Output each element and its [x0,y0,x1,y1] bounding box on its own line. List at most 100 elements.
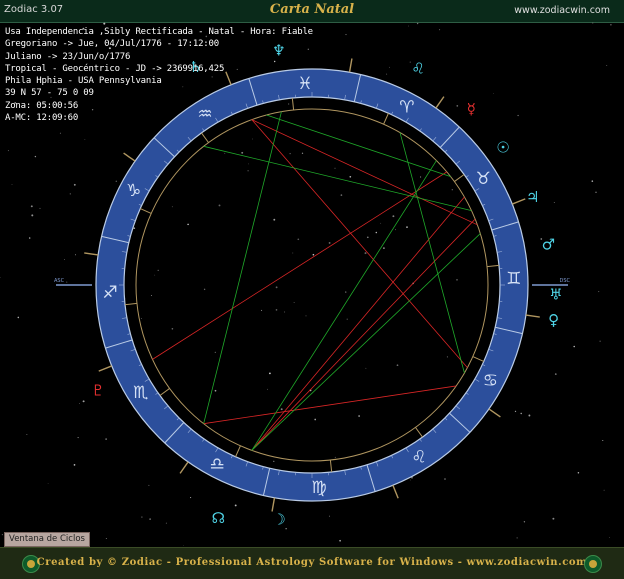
planet-glyph-moon: ☽ [272,511,285,529]
house-inner-mark [201,133,208,143]
star [64,259,65,260]
star [183,545,184,546]
inner-ring [124,97,500,473]
star [79,403,80,404]
star [392,215,394,217]
planet-glyph-venus: ♀ [548,311,559,329]
star [349,176,351,178]
aspect-line-red [204,386,457,424]
zodiac-logo-icon-right [584,555,602,573]
house-inner-mark [487,265,499,266]
star [573,346,575,348]
house-cusp-mark [180,462,188,473]
star [595,192,596,193]
aspect-line-green [400,133,464,373]
house-cusp-mark [436,97,444,108]
star [452,189,453,190]
star [297,238,299,240]
star [74,464,76,466]
star [366,368,367,369]
star [456,279,457,280]
star [592,22,593,23]
sign-glyph: ♐ [102,283,117,303]
star [397,364,399,366]
aspect-lines [152,112,480,451]
star [552,518,554,520]
info-line-gregorian: Gregoriano -> Jue, 04/Jul/1776 - 17:12:0… [5,38,313,50]
star [383,247,385,249]
planet-glyph-leo-marker: ♌ [411,59,424,77]
house-inner-mark [125,303,137,304]
star [345,292,346,293]
star [190,497,191,498]
star [106,538,107,539]
star [261,310,262,311]
star [204,289,205,290]
star [248,164,249,165]
star [18,317,20,319]
sign-glyph: ♑ [126,181,141,201]
star [149,518,151,520]
star [241,152,243,154]
website-link[interactable]: www.zodiacwin.com [514,5,610,16]
sign-glyph: ♍ [311,478,326,498]
star [12,184,13,185]
star [345,34,346,35]
star [314,419,316,421]
star [420,176,421,177]
star [284,312,285,313]
sign-glyph: ♏ [133,383,148,403]
star [166,523,167,524]
star [600,341,601,342]
star [29,237,31,239]
star [517,537,518,538]
axis-label: ASC [54,278,65,284]
star [335,168,336,169]
star [39,208,40,209]
sign-glyph: ♋ [483,371,498,391]
star [290,153,291,154]
aspect-line-red [152,172,446,360]
star [75,254,76,255]
house-cusp-mark [489,409,500,417]
star [105,438,106,439]
star [417,23,418,24]
star [158,270,159,271]
house-cusp-mark [124,153,135,161]
star [408,26,409,27]
house-inner-mark [160,388,170,395]
star [610,24,612,26]
footer-banner: Created by © Zodiac - Professional Astro… [0,547,624,579]
star [602,440,603,441]
star [410,480,411,481]
star [329,242,331,244]
star [439,29,440,30]
planet-glyph-mercury: ☿ [467,100,476,118]
star [133,227,135,229]
aspect-line-green [204,112,282,424]
star [376,232,378,234]
star [395,229,396,230]
house-cusp-mark [526,315,540,317]
house-inner-mark [330,460,331,472]
star [609,537,610,538]
star [187,224,189,226]
title-bar: Zodiac 3.07 Carta Natal www.zodiacwin.co… [0,0,624,23]
planet-glyph-node: ☊ [212,509,225,527]
star [578,472,580,474]
star [515,411,516,412]
star [172,206,173,207]
star [141,517,142,518]
star [48,483,49,484]
star [606,65,607,66]
footer-text: Created by © Zodiac - Professional Astro… [0,557,624,568]
aspect-line-green [252,161,437,451]
star [341,194,343,196]
star [444,478,446,480]
sign-glyph: ♈ [399,98,414,118]
star [267,389,268,390]
ventana-ciclos-button[interactable]: Ventana de Ciclos [4,532,90,547]
star [493,93,494,94]
star [456,105,458,107]
star [172,328,174,330]
